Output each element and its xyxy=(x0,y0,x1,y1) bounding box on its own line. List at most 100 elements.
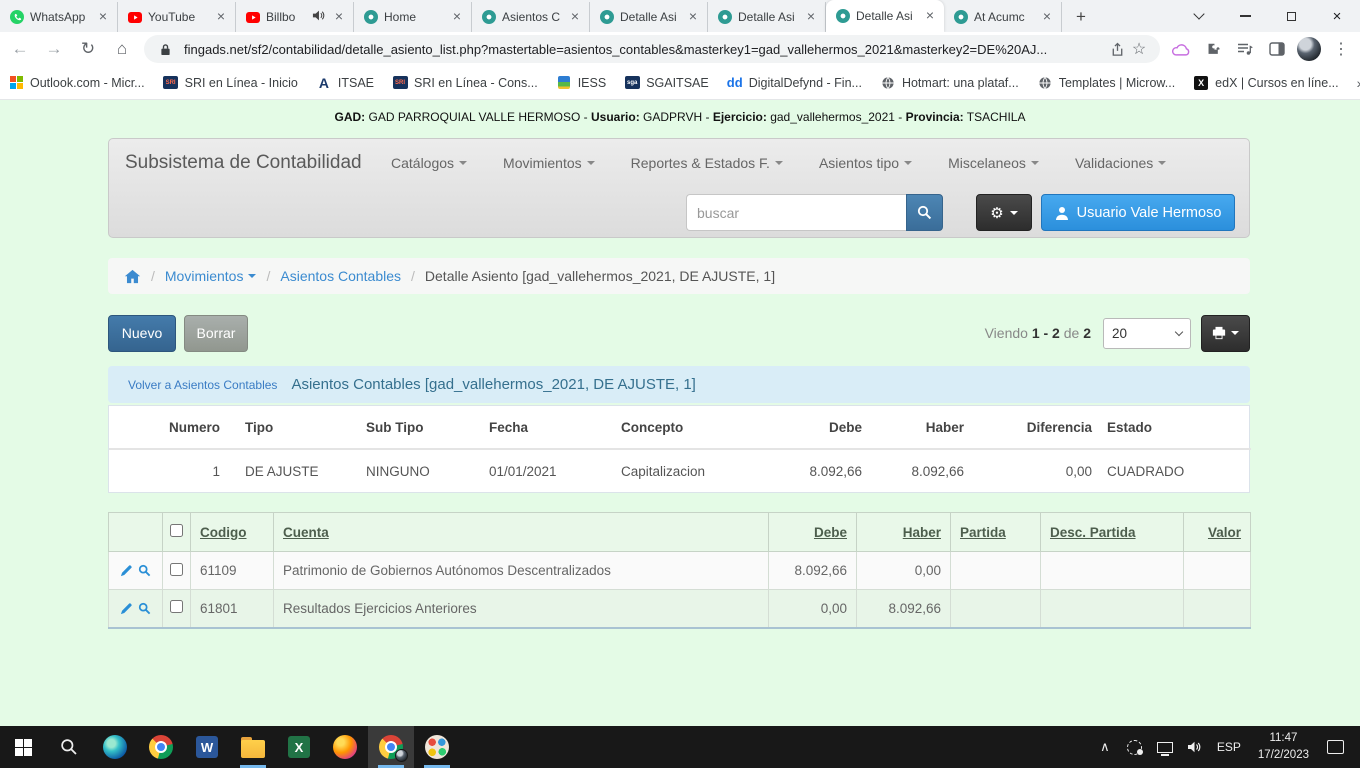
network-icon[interactable] xyxy=(1150,726,1180,768)
home-breadcrumb-icon[interactable] xyxy=(124,269,141,284)
bookmark-itsae[interactable]: AITSAE xyxy=(316,75,374,91)
col-desc-partida-sort[interactable]: Desc. Partida xyxy=(1041,513,1184,552)
taskbar-search-icon[interactable] xyxy=(46,726,92,768)
home-icon[interactable]: ⌂ xyxy=(108,35,136,63)
tab-home[interactable]: Home × xyxy=(354,2,472,32)
tray-chevron-up-icon[interactable]: ∧ xyxy=(1090,726,1120,768)
nuevo-button[interactable]: Nuevo xyxy=(108,315,176,352)
reload-icon[interactable]: ↻ xyxy=(74,35,102,63)
menu-reportes[interactable]: Reportes & Estados F. xyxy=(631,155,783,171)
col-codigo-sort[interactable]: Codigo xyxy=(191,513,274,552)
excel-icon[interactable]: X xyxy=(276,726,322,768)
tab-close-icon[interactable]: × xyxy=(922,8,938,24)
restore-button[interactable] xyxy=(1268,0,1314,32)
tab-detalle-1[interactable]: Detalle Asi × xyxy=(590,2,708,32)
menu-movimientos[interactable]: Movimientos xyxy=(503,155,595,171)
col-haber-sort[interactable]: Haber xyxy=(857,513,951,552)
tab-audio-icon[interactable] xyxy=(312,9,325,25)
col-cuenta-sort[interactable]: Cuenta xyxy=(274,513,769,552)
tab-close-icon[interactable]: × xyxy=(95,9,111,25)
print-button[interactable] xyxy=(1201,315,1250,352)
browser-menu-icon[interactable]: ⋮ xyxy=(1328,36,1354,62)
close-window-button[interactable]: × xyxy=(1314,0,1360,32)
edit-pencil-icon[interactable] xyxy=(120,564,133,577)
tab-close-icon[interactable]: × xyxy=(331,9,347,25)
bookmark-star-icon[interactable]: ☆ xyxy=(1128,38,1150,60)
bookmark-iess[interactable]: IESS xyxy=(556,75,607,91)
tab-detalle-2[interactable]: Detalle Asi × xyxy=(708,2,826,32)
back-icon[interactable]: ← xyxy=(6,35,34,63)
tab-youtube[interactable]: YouTube × xyxy=(118,2,236,32)
share-icon[interactable] xyxy=(1106,38,1128,60)
borrar-button[interactable]: Borrar xyxy=(184,315,248,352)
tab-asientos[interactable]: Asientos C × xyxy=(472,2,590,32)
bookmark-sgaitsae[interactable]: sgaSGAITSAE xyxy=(624,75,709,91)
settings-gear-button[interactable]: ⚙ xyxy=(976,194,1032,231)
view-magnifier-icon[interactable] xyxy=(138,564,151,577)
tab-atacumc[interactable]: At Acumc × xyxy=(944,2,1062,32)
tab-close-icon[interactable]: × xyxy=(1039,9,1055,25)
address-bar[interactable]: fingads.net/sf2/contabilidad/detalle_asi… xyxy=(144,35,1160,63)
view-magnifier-icon[interactable] xyxy=(138,602,151,615)
col-debe-sort[interactable]: Debe xyxy=(769,513,857,552)
minimize-button[interactable] xyxy=(1222,0,1268,32)
col-valor-sort[interactable]: Valor xyxy=(1184,513,1251,552)
keyboard-language[interactable]: ESP xyxy=(1210,726,1248,768)
search-button[interactable] xyxy=(906,194,943,231)
menu-asientos-tipo[interactable]: Asientos tipo xyxy=(819,155,912,171)
edit-pencil-icon[interactable] xyxy=(120,602,133,615)
menu-miscelaneos[interactable]: Miscelaneos xyxy=(948,155,1039,171)
extension-cloud-icon[interactable] xyxy=(1168,36,1194,62)
bookmark-templates[interactable]: Templates | Microw... xyxy=(1037,75,1175,91)
chrome-icon[interactable] xyxy=(138,726,184,768)
volume-icon[interactable] xyxy=(1180,726,1210,768)
row-checkbox[interactable] xyxy=(170,563,183,576)
bookmark-sri-cons[interactable]: SRISRI en Línea - Cons... xyxy=(392,75,538,91)
select-all-checkbox[interactable] xyxy=(170,524,183,537)
page-size-select[interactable]: 20 xyxy=(1103,318,1191,349)
new-tab-button[interactable]: + xyxy=(1068,4,1094,30)
col-numero: Numero xyxy=(109,406,224,449)
tab-close-icon[interactable]: × xyxy=(567,9,583,25)
word-icon[interactable]: W xyxy=(184,726,230,768)
tab-billboard[interactable]: Billbo × xyxy=(236,2,354,32)
bookmark-hotmart[interactable]: Hotmart: una plataf... xyxy=(880,75,1019,91)
extensions-puzzle-icon[interactable] xyxy=(1200,36,1226,62)
start-button[interactable] xyxy=(0,726,46,768)
paint-icon[interactable] xyxy=(414,726,460,768)
bookmark-sri-inicio[interactable]: SRISRI en Línea - Inicio xyxy=(163,75,298,91)
tab-close-icon[interactable]: × xyxy=(685,9,701,25)
forward-icon[interactable]: → xyxy=(40,35,68,63)
playlist-icon[interactable] xyxy=(1232,36,1258,62)
bookmark-edx[interactable]: XedX | Cursos en líne... xyxy=(1193,75,1338,91)
edge-icon[interactable] xyxy=(92,726,138,768)
menu-validaciones[interactable]: Validaciones xyxy=(1075,155,1166,171)
menu-catalogos[interactable]: Catálogos xyxy=(391,155,467,171)
app-brand[interactable]: Subsistema de Contabilidad xyxy=(125,152,362,174)
bookmark-digitaldefynd[interactable]: ddDigitalDefynd - Fin... xyxy=(727,75,862,91)
chrome-profile-icon[interactable] xyxy=(368,726,414,768)
tab-detalle-active[interactable]: Detalle Asi × xyxy=(826,0,944,32)
bookmarks-overflow-icon[interactable]: » xyxy=(1357,75,1360,91)
firefox-icon[interactable] xyxy=(322,726,368,768)
breadcrumb-asientos-contables[interactable]: Asientos Contables xyxy=(280,268,401,284)
side-panel-icon[interactable] xyxy=(1264,36,1290,62)
tab-close-icon[interactable]: × xyxy=(803,9,819,25)
col-partida-sort[interactable]: Partida xyxy=(951,513,1041,552)
tray-sync-icon[interactable] xyxy=(1120,726,1150,768)
profile-avatar[interactable] xyxy=(1296,36,1322,62)
row-checkbox[interactable] xyxy=(170,600,183,613)
user-menu-button[interactable]: Usuario Vale Hermoso xyxy=(1041,194,1235,231)
tab-close-icon[interactable]: × xyxy=(213,9,229,25)
tab-whatsapp[interactable]: WhatsApp × xyxy=(0,2,118,32)
taskbar-clock[interactable]: 11:4717/2/2023 xyxy=(1248,730,1319,763)
tab-search-chevron-icon[interactable] xyxy=(1176,0,1222,32)
lock-icon[interactable] xyxy=(154,38,176,60)
volver-link[interactable]: Volver a Asientos Contables xyxy=(128,378,277,392)
file-explorer-icon[interactable] xyxy=(230,726,276,768)
breadcrumb-movimientos[interactable]: Movimientos xyxy=(165,268,257,284)
tab-close-icon[interactable]: × xyxy=(449,9,465,25)
search-input[interactable] xyxy=(686,194,906,231)
bookmark-outlook[interactable]: Outlook.com - Micr... xyxy=(8,75,145,91)
action-center-icon[interactable] xyxy=(1327,740,1344,754)
